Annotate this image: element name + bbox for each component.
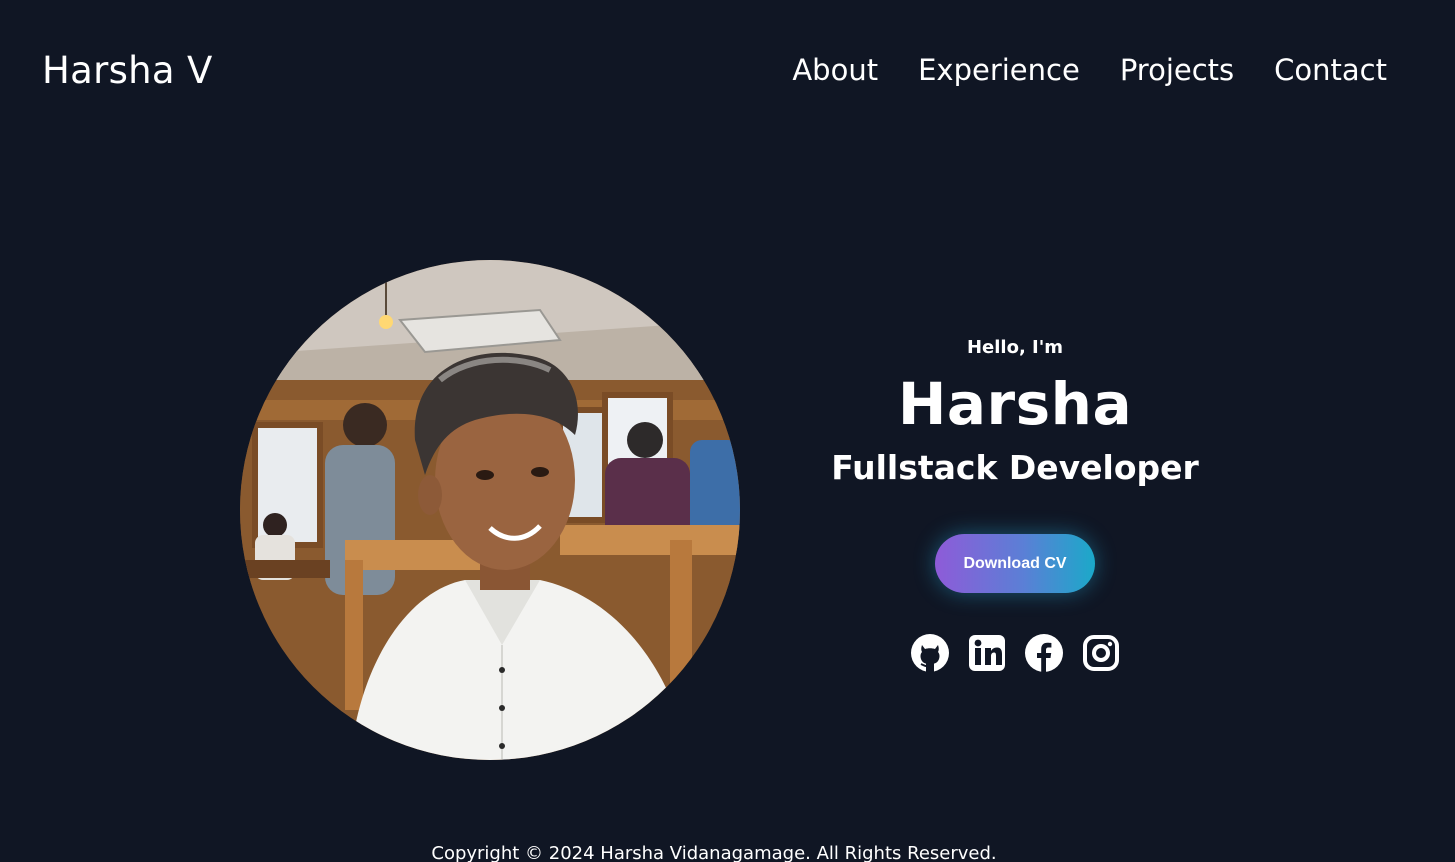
github-link[interactable] [910,633,950,673]
main-nav: About Experience Projects Contact [792,50,1387,90]
nav-item-about: About [792,50,878,90]
nav-link-projects[interactable]: Projects [1120,53,1234,87]
nav-link-contact[interactable]: Contact [1274,53,1387,87]
nav-item-experience: Experience [918,50,1080,90]
nav-link-experience[interactable]: Experience [918,53,1080,87]
copyright-text: Copyright © 2024 Harsha Vidanagamage. Al… [431,843,997,862]
site-logo[interactable]: Harsha V [42,46,213,96]
page: Harsha V About Experience Projects Conta… [0,0,1455,862]
hero-section: Hello, I'm Harsha Fullstack Developer Do… [790,330,1240,673]
facebook-icon [1024,634,1063,672]
instagram-link[interactable] [1081,633,1121,673]
hero-greeting: Hello, I'm [966,337,1064,358]
github-icon [910,634,949,673]
nav-item-contact: Contact [1274,50,1387,90]
facebook-link[interactable] [1024,633,1064,673]
hero-name: Harsha [897,370,1133,438]
profile-photo-illustration [240,260,740,760]
profile-photo [240,260,740,760]
nav-link-about[interactable]: About [792,53,878,87]
nav-item-projects: Projects [1120,50,1234,90]
linkedin-link[interactable] [967,633,1007,673]
download-cv-button[interactable]: Download CV [935,534,1095,593]
instagram-icon [1082,635,1119,671]
hero-role: Fullstack Developer [831,448,1199,487]
social-links [790,633,1240,673]
linkedin-icon [968,635,1005,671]
